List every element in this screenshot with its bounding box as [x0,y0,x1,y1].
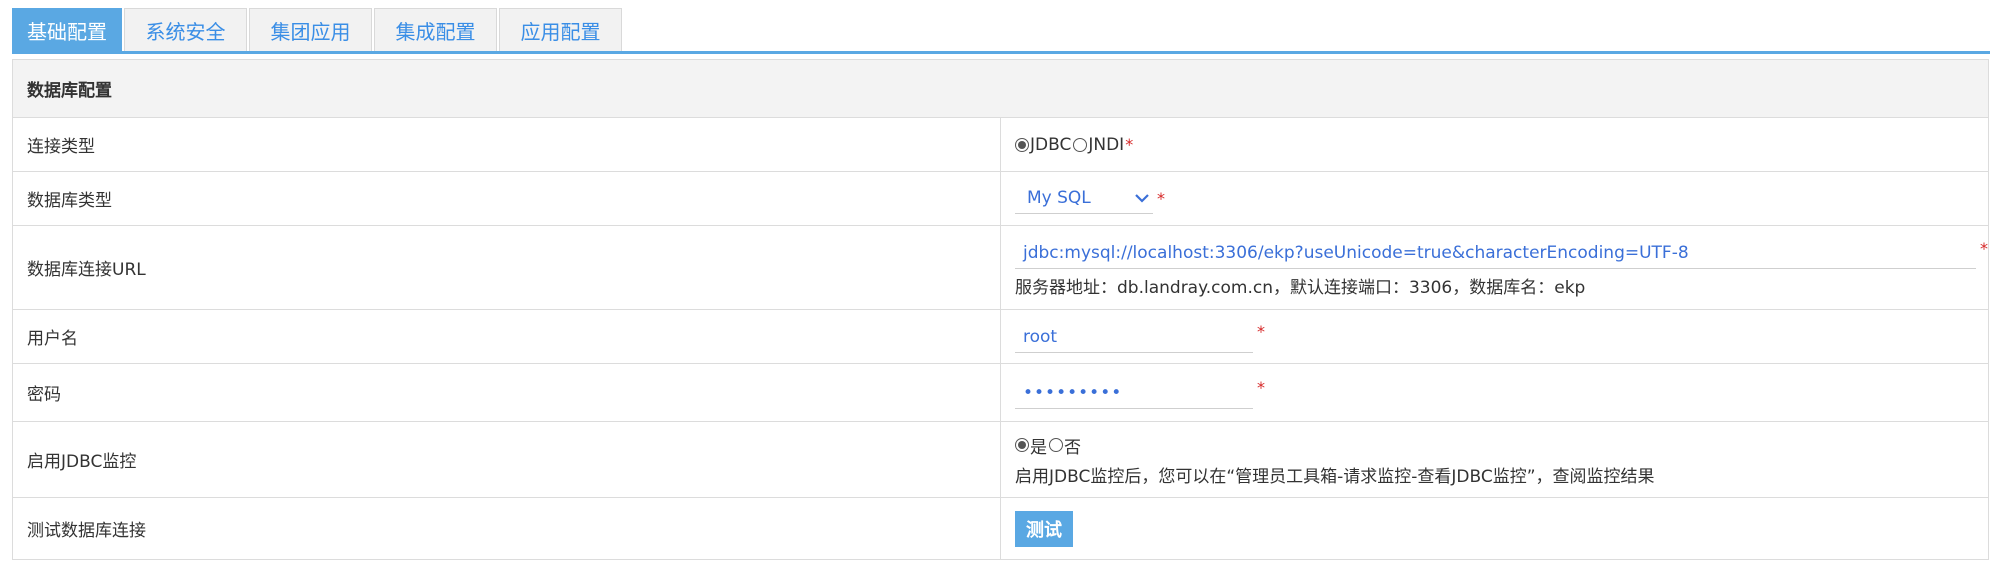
jdbc-monitor-radio-group: 是 否 [1015,433,1988,458]
required-mark: * [1257,378,1265,397]
tab-group-application[interactable]: 集团应用 [249,8,372,52]
jdbc-monitor-hint: 启用JDBC监控后，您可以在“管理员工具箱-请求监控-查看JDBC监控”，查阅监… [1015,466,1655,487]
connection-type-row: 连接类型 JDBC JNDI * [12,117,1989,172]
db-type-cell: My SQL * [1000,171,1989,226]
section-header-row: 数据库配置 [12,59,1989,118]
jdbc-monitor-row: 启用JDBC监控 是 否 启用JDBC监控后，您可以在“管理员工具箱-请求监控-… [12,421,1989,498]
radio-yes-label[interactable]: 是 [1030,433,1047,458]
db-url-hint: 服务器地址：db.landray.com.cn，默认连接端口：3306，数据库名… [1015,278,1586,298]
db-type-value: My SQL [1027,188,1091,208]
jdbc-monitor-label: 启用JDBC监控 [12,421,1001,498]
config-tabs: 基础配置 系统安全 集团应用 集成配置 应用配置 [12,8,622,52]
password-cell: ••••••••• * [1000,363,1989,422]
tab-basic-config[interactable]: 基础配置 [12,8,122,52]
password-label: 密码 [12,363,1001,422]
required-mark: * [1125,135,1134,154]
jdbc-monitor-cell: 是 否 启用JDBC监控后，您可以在“管理员工具箱-请求监控-查看JDBC监控”… [1000,421,1989,498]
section-title: 数据库配置 [12,59,1989,118]
username-cell: root * [1000,309,1989,364]
password-row: 密码 ••••••••• * [12,363,1989,422]
tab-underline [12,51,1990,54]
password-input[interactable]: ••••••••• [1015,377,1253,409]
radio-yes[interactable] [1015,438,1029,452]
db-url-input[interactable]: jdbc:mysql://localhost:3306/ekp?useUnico… [1015,237,1976,269]
test-button[interactable]: 测试 [1015,510,1073,547]
test-connection-row: 测试数据库连接 测试 [12,497,1989,560]
username-label: 用户名 [12,309,1001,364]
tab-integration-config[interactable]: 集成配置 [374,8,497,52]
required-mark: * [1157,189,1165,208]
chevron-down-icon [1135,194,1149,203]
required-mark: * [1257,322,1265,341]
username-input[interactable]: root [1015,321,1253,353]
test-connection-label: 测试数据库连接 [12,497,1001,560]
db-type-row: 数据库类型 My SQL * [12,171,1989,226]
radio-jndi-label[interactable]: JNDI [1088,135,1124,155]
tab-system-security[interactable]: 系统安全 [124,8,247,52]
db-url-label: 数据库连接URL [12,225,1001,310]
connection-type-cell: JDBC JNDI * [1000,117,1989,172]
db-type-label: 数据库类型 [12,171,1001,226]
tab-application-config[interactable]: 应用配置 [499,8,622,52]
connection-type-radio-group: JDBC JNDI * [1015,135,1988,155]
radio-no-label[interactable]: 否 [1064,433,1081,458]
db-url-row: 数据库连接URL jdbc:mysql://localhost:3306/ekp… [12,225,1989,310]
radio-no[interactable] [1049,438,1063,452]
radio-jndi[interactable] [1073,137,1088,152]
required-mark: * [1980,238,1988,258]
radio-jdbc[interactable] [1015,137,1029,152]
db-url-cell: jdbc:mysql://localhost:3306/ekp?useUnico… [1000,225,1989,310]
username-row: 用户名 root * [12,309,1989,364]
radio-jdbc-label[interactable]: JDBC [1030,135,1071,155]
connection-type-label: 连接类型 [12,117,1001,172]
test-connection-cell: 测试 [1000,497,1989,560]
database-config-table: 数据库配置 连接类型 JDBC JNDI * 数据库类型 My SQL * 数据… [12,59,1989,560]
db-type-select[interactable]: My SQL [1015,184,1153,214]
